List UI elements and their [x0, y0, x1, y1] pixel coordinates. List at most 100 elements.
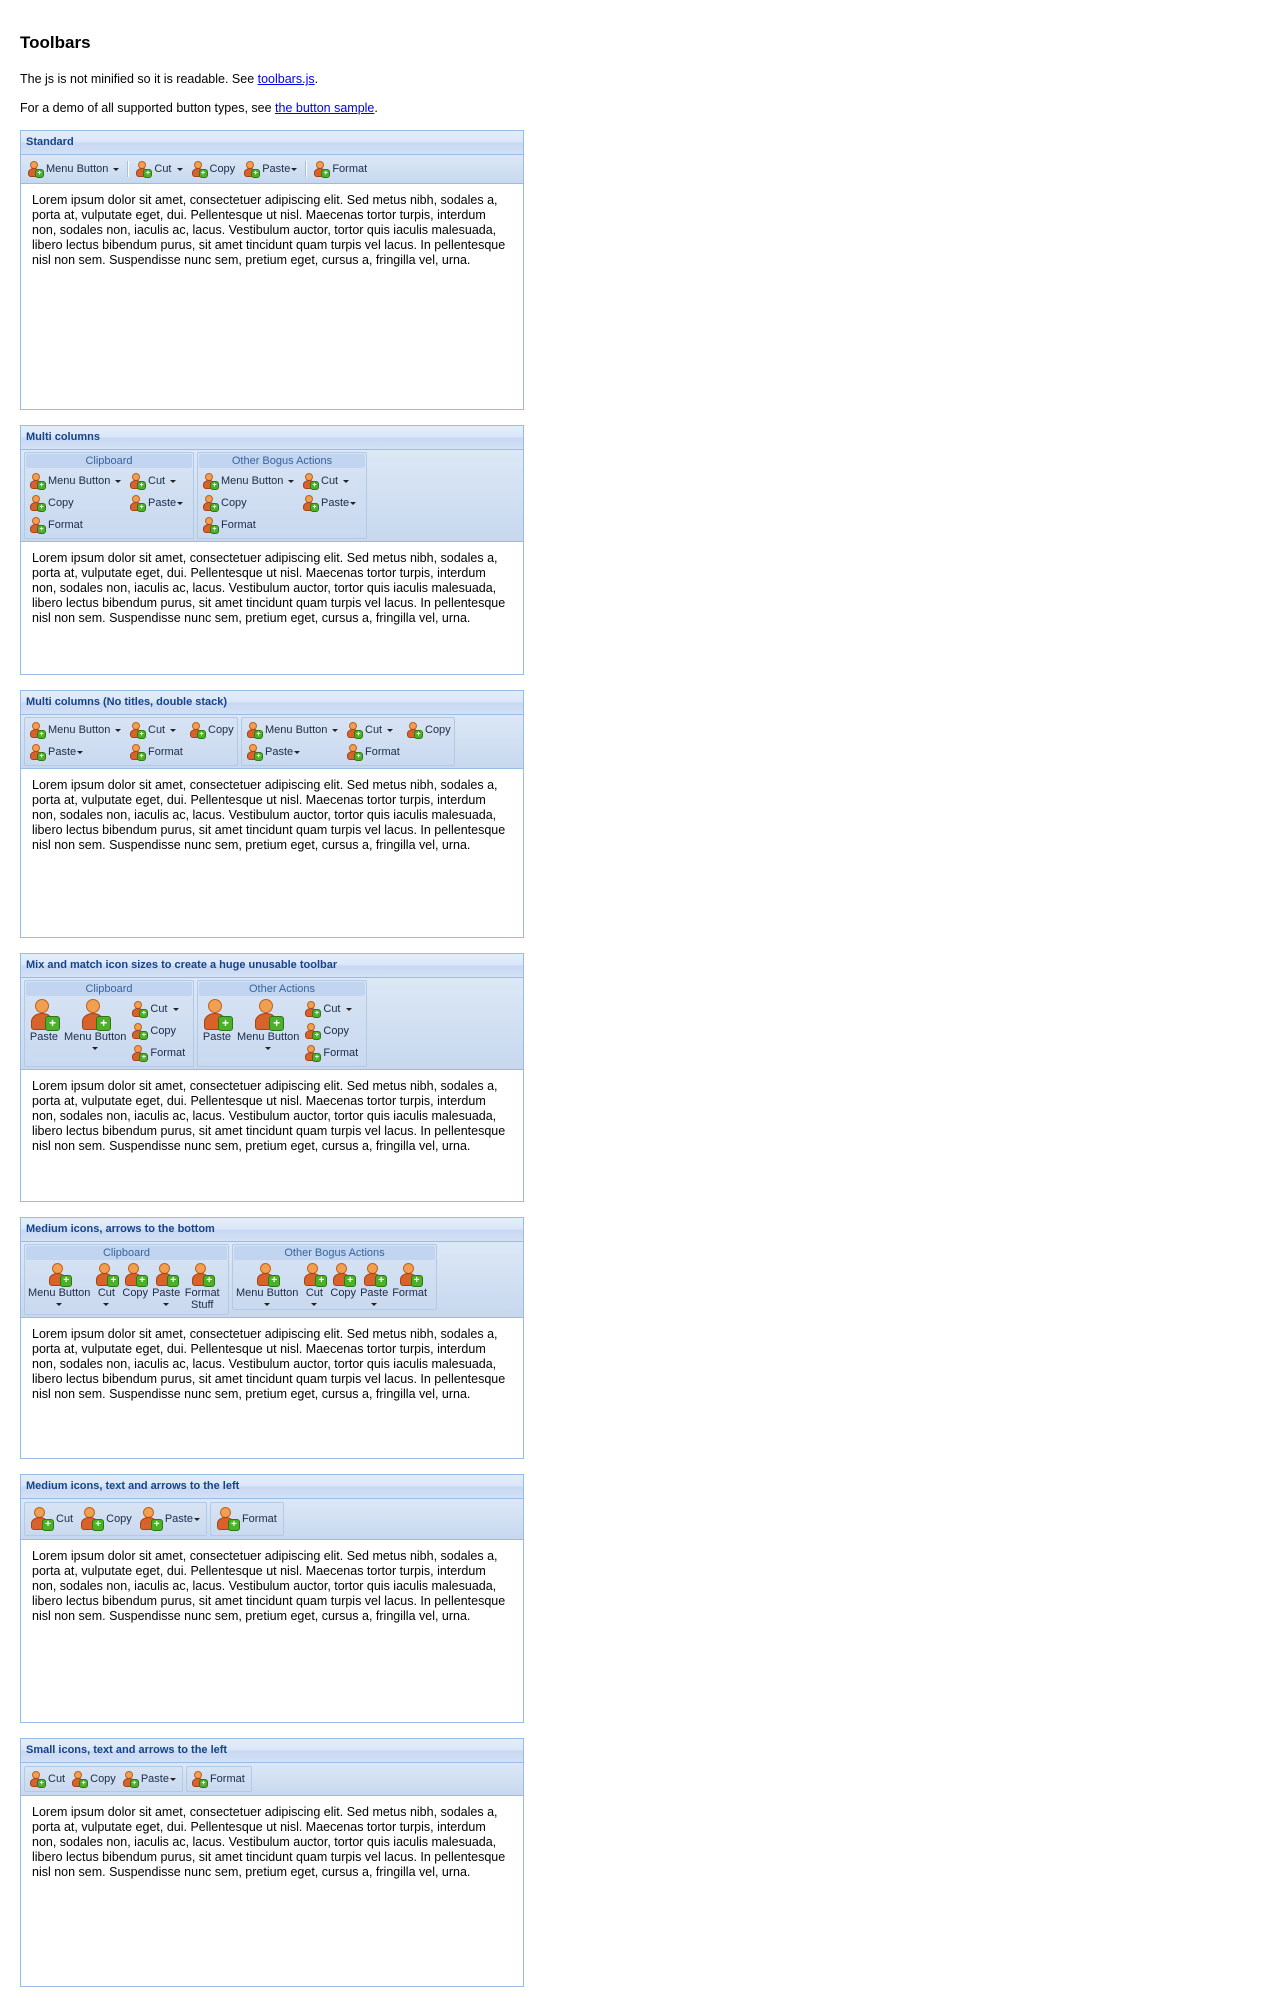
cut-button[interactable]: + Cut — [27, 1769, 67, 1789]
dropdown-arrow-icon — [291, 167, 298, 171]
user-add-icon: + — [202, 517, 219, 534]
user-add-icon: + — [304, 1045, 322, 1062]
paste-button[interactable]: + Paste — [240, 159, 300, 179]
panel-multi-columns: Multi columns Clipboard + Menu Button + Co… — [20, 425, 524, 675]
user-add-icon: + — [29, 495, 46, 512]
menu-button-large[interactable]: + Menu Button — [235, 998, 301, 1051]
menu-button[interactable]: + Menu Button — [26, 470, 124, 492]
paste-button[interactable]: + Paste — [26, 741, 124, 763]
button-group: + Menu Button + Paste + Cut + Format + Copy — [24, 717, 238, 766]
dropdown-arrow-icon — [169, 1777, 176, 1781]
user-add-icon: + — [313, 161, 331, 178]
cut-button[interactable]: + Cut — [128, 998, 188, 1020]
format-button[interactable]: + Format — [213, 1505, 279, 1533]
user-add-icon: + — [27, 161, 44, 178]
format-button[interactable]: + Format — [301, 1042, 361, 1064]
paste-button[interactable]: + Paste — [243, 741, 341, 763]
format-stuff-button[interactable]: + Format Stuff — [182, 1262, 222, 1312]
dropdown-arrow-icon — [115, 479, 122, 483]
menu-button[interactable]: + Menu Button — [199, 470, 297, 492]
dropdown-arrow-icon — [176, 167, 183, 171]
group-title: Other Bogus Actions — [199, 454, 365, 468]
format-button[interactable]: + Format — [390, 1262, 429, 1300]
page-title: Toolbars — [20, 33, 91, 52]
dropdown-arrow-icon — [113, 167, 120, 171]
copy-button[interactable]: + Copy — [128, 1020, 188, 1042]
format-button[interactable]: + Format — [199, 514, 297, 536]
panel-body: Lorem ipsum dolor sit amet, consectetuer… — [32, 1805, 506, 1879]
dropdown-arrow-icon — [115, 728, 122, 732]
format-button[interactable]: + Format — [128, 1042, 188, 1064]
user-add-icon: + — [255, 1263, 281, 1287]
panel-multi-columns-double-stack: Multi columns (No titles, double stack) … — [20, 690, 524, 938]
copy-button[interactable]: + Copy — [26, 492, 124, 514]
panel-medium-icons-text-left: Medium icons, text and arrows to the lef… — [20, 1474, 524, 1723]
panel-title: Mix and match icon sizes to create a hug… — [21, 954, 523, 978]
copy-button[interactable]: + Copy — [120, 1262, 150, 1300]
user-add-icon: + — [131, 1001, 149, 1018]
copy-button[interactable]: + Copy — [77, 1505, 134, 1533]
paste-button-large[interactable]: + Paste — [26, 998, 62, 1044]
menu-button-large[interactable]: + Menu Button — [62, 998, 128, 1051]
copy-button[interactable]: + Copy — [199, 492, 297, 514]
cut-button[interactable]: + Cut — [126, 719, 184, 741]
dropdown-arrow-icon — [170, 479, 177, 483]
paste-button[interactable]: + Paste — [358, 1262, 390, 1307]
button-sample-link[interactable]: the button sample — [275, 101, 374, 115]
cut-button[interactable]: + Cut — [300, 1262, 328, 1307]
copy-button[interactable]: + Copy — [186, 719, 234, 741]
user-add-icon: + — [191, 1771, 208, 1788]
paste-button[interactable]: + Paste — [150, 1262, 182, 1307]
user-add-icon: + — [302, 473, 319, 490]
cut-button[interactable]: + Cut — [132, 159, 185, 179]
cut-button[interactable]: + Cut — [299, 470, 363, 492]
user-add-icon: + — [243, 161, 261, 178]
dropdown-arrow-icon — [103, 1303, 110, 1306]
format-button[interactable]: + Format — [26, 514, 124, 536]
paste-button[interactable]: + Paste — [136, 1505, 202, 1533]
button-group: + Format — [185, 1766, 252, 1792]
format-button[interactable]: + Format — [343, 741, 401, 763]
user-add-icon: + — [304, 1023, 322, 1040]
cut-button[interactable]: + Cut — [343, 719, 401, 741]
copy-button[interactable]: + Copy — [188, 159, 239, 179]
intro-line-1: The js is not minified so it is readable… — [20, 72, 319, 86]
button-group-other-bogus-actions: Other Bogus Actions + Menu Button + Cut + C… — [232, 1244, 437, 1310]
cut-button[interactable]: + Cut — [27, 1505, 75, 1533]
format-button[interactable]: + Format — [126, 741, 184, 763]
menu-button[interactable]: + Menu Button — [26, 719, 124, 741]
toolbar-separator — [127, 161, 130, 177]
panel-title: Multi columns — [21, 426, 523, 450]
cut-button[interactable]: + Cut — [126, 470, 190, 492]
dropdown-arrow-icon — [264, 1303, 271, 1306]
user-add-icon: + — [129, 744, 146, 761]
copy-button[interactable]: + Copy — [403, 719, 451, 741]
paste-button[interactable]: + Paste — [299, 492, 363, 514]
button-group-other-bogus-actions: Other Bogus Actions + Menu Button + Copy +… — [197, 452, 367, 539]
menu-button[interactable]: + Menu Button — [26, 1262, 92, 1307]
toolbars-js-link[interactable]: toolbars.js — [258, 72, 315, 86]
paste-button[interactable]: + Paste — [120, 1769, 178, 1789]
menu-button[interactable]: + Menu Button — [243, 719, 341, 741]
user-add-icon: + — [47, 1263, 73, 1287]
button-group: + Cut + Copy + Paste — [24, 1502, 207, 1536]
copy-button[interactable]: + Copy — [328, 1262, 358, 1300]
cut-button[interactable]: + Cut — [301, 998, 361, 1020]
menu-button[interactable]: + Menu Button — [24, 159, 122, 179]
format-button[interactable]: + Format — [310, 159, 370, 179]
format-button[interactable]: + Format — [189, 1769, 247, 1789]
paste-button[interactable]: + Paste — [126, 492, 190, 514]
user-add-icon: + — [71, 1771, 89, 1788]
menu-button[interactable]: + Menu Button — [234, 1262, 300, 1307]
panel-medium-icons-arrows-bottom: Medium icons, arrows to the bottom Clipb… — [20, 1217, 524, 1459]
paste-button-large[interactable]: + Paste — [199, 998, 235, 1044]
user-add-icon: + — [129, 473, 146, 490]
user-add-icon: + — [29, 517, 46, 534]
user-add-icon: + — [246, 744, 263, 761]
copy-button[interactable]: + Copy — [301, 1020, 361, 1042]
button-group-clipboard: Clipboard + Menu Button + Cut + Copy + Paste… — [24, 1244, 229, 1315]
dropdown-arrow-icon — [311, 1303, 318, 1306]
cut-button[interactable]: + Cut — [92, 1262, 120, 1307]
user-add-icon: + — [123, 1263, 149, 1287]
copy-button[interactable]: + Copy — [69, 1769, 118, 1789]
